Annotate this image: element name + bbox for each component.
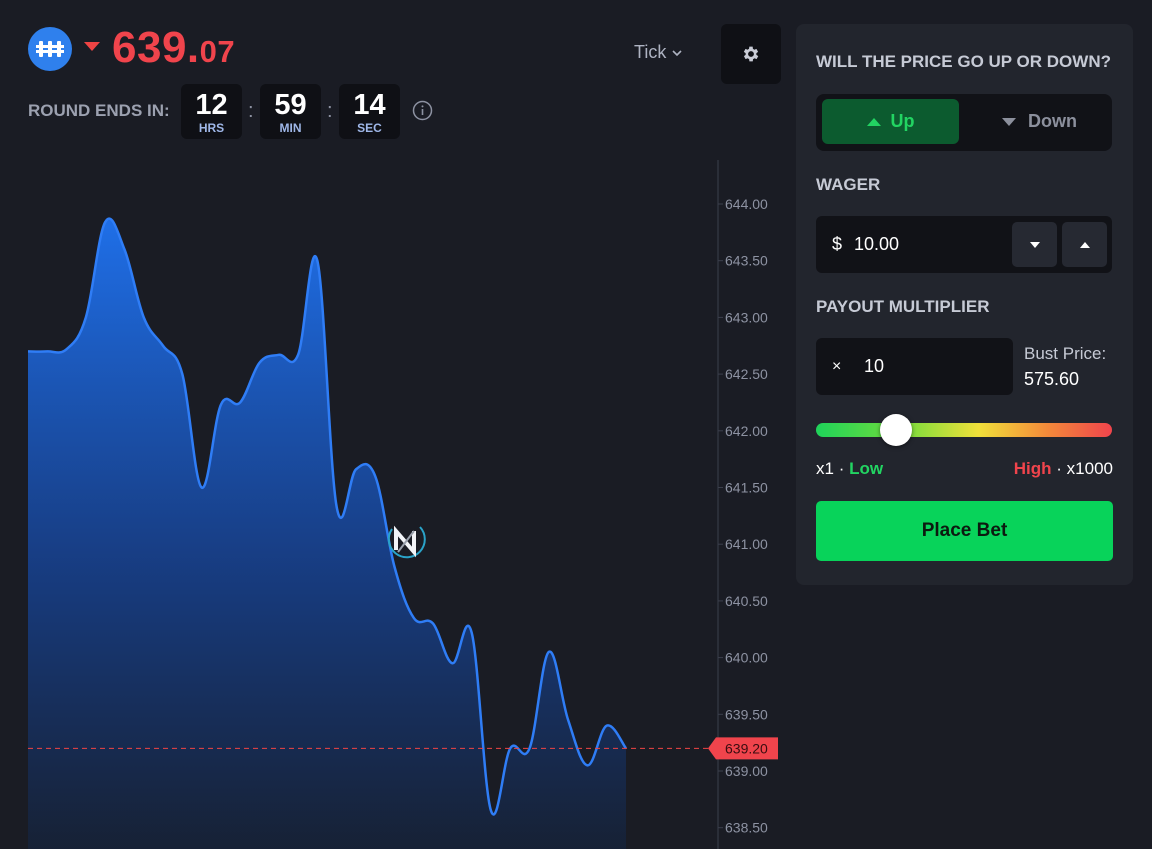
- wager-input[interactable]: $ 10.00: [816, 216, 1112, 273]
- place-bet-button[interactable]: Place Bet: [816, 501, 1113, 561]
- bet-panel: WILL THE PRICE GO UP OR DOWN? Up Down WA…: [796, 24, 1133, 585]
- current-price-tag-label: 639.20: [725, 740, 768, 756]
- y-tick-label: 638.50: [725, 820, 768, 836]
- multiplier-slider-thumb[interactable]: [879, 414, 912, 446]
- price-area-fill: [28, 218, 626, 849]
- range-min-value: x1: [816, 459, 834, 478]
- direction-toggle: Up Down: [816, 94, 1112, 151]
- wager-value[interactable]: 10.00: [854, 234, 899, 255]
- wager-label: WAGER: [816, 175, 881, 194]
- y-tick-label: 644.00: [725, 196, 768, 212]
- multiplier-input[interactable]: × 10: [816, 338, 1013, 395]
- y-tick-label: 640.50: [725, 593, 768, 609]
- up-label: Up: [890, 111, 915, 131]
- bust-price-label: Bust Price:: [1024, 344, 1107, 363]
- range-max-separator: ·: [1056, 459, 1062, 478]
- y-tick-label: 639.00: [725, 763, 768, 779]
- direction-question: WILL THE PRICE GO UP OR DOWN?: [816, 52, 1111, 71]
- wager-decrease-button[interactable]: [1012, 222, 1057, 267]
- down-button[interactable]: Down: [971, 99, 1108, 144]
- range-max-value: x1000: [1066, 459, 1113, 478]
- payout-multiplier-label: PAYOUT MULTIPLIER: [816, 297, 990, 316]
- y-tick-label: 643.00: [725, 309, 768, 325]
- triangle-down-icon: [1029, 241, 1040, 248]
- triangle-down-icon: [1002, 117, 1016, 126]
- range-min-label: Low: [849, 459, 884, 478]
- y-tick-label: 641.00: [725, 536, 768, 552]
- down-label: Down: [1028, 111, 1077, 131]
- triangle-up-icon: [866, 117, 881, 126]
- y-tick-label: 642.00: [725, 423, 768, 439]
- wager-increase-button[interactable]: [1062, 222, 1107, 267]
- multiplier-value[interactable]: 10: [864, 356, 884, 377]
- y-tick-label: 639.50: [725, 706, 768, 722]
- y-tick-label: 641.50: [725, 480, 768, 496]
- y-tick-label: 640.00: [725, 650, 768, 666]
- up-button[interactable]: Up: [822, 99, 959, 144]
- multiplier-prefix: ×: [832, 358, 842, 375]
- y-tick-label: 643.50: [725, 253, 768, 269]
- bust-price-value: 575.60: [1024, 369, 1080, 389]
- range-min-separator: ·: [838, 459, 845, 478]
- triangle-up-icon: [1079, 241, 1090, 248]
- brand-logo-icon: [387, 525, 426, 559]
- wager-currency: $: [832, 234, 843, 254]
- y-tick-label: 642.50: [725, 366, 768, 382]
- price-chart[interactable]: 644.00 643.50 643.00 642.50 642.00 641.50 641.…: [0, 0, 790, 849]
- range-high: High · x1000: [1014, 459, 1113, 479]
- multiplier-slider-track[interactable]: [816, 423, 1112, 437]
- range-low: x1 · Low: [816, 459, 883, 479]
- range-max-label: High: [1013, 459, 1052, 478]
- place-bet-label: Place Bet: [921, 520, 1008, 541]
